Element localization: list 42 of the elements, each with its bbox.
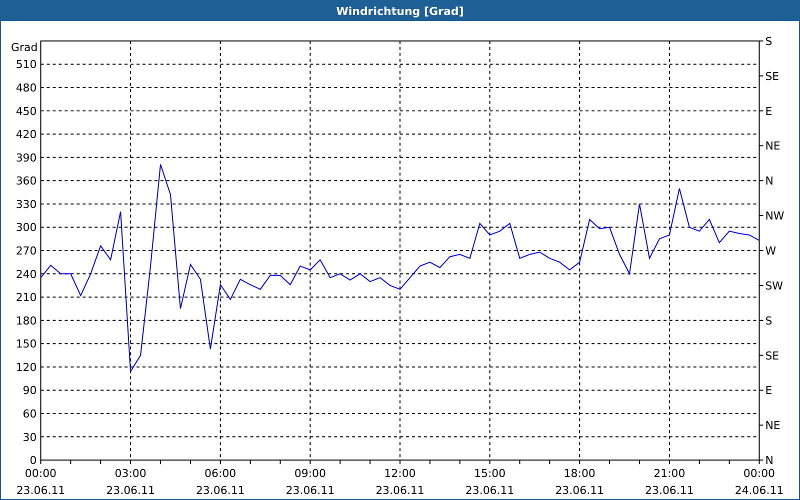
axis-label: 510 <box>16 58 37 72</box>
axis-label: 15:00 23.06.11 <box>465 467 514 497</box>
axis-label: 270 <box>16 244 37 258</box>
window-title: Windrichtung [Grad] <box>1 1 799 21</box>
axis-label: 0 <box>30 454 37 468</box>
axis-label: 12:00 23.06.11 <box>376 467 424 497</box>
axis-label: 21:00 23.06.11 <box>645 467 694 497</box>
compass-label: SE <box>765 349 780 362</box>
axis-label: 03:00 23.06.11 <box>106 467 155 497</box>
axis-label: 00:00 24.06.11 <box>734 467 784 497</box>
compass-label: S <box>765 314 772 328</box>
axis-label: 90 <box>22 384 37 398</box>
axis-label: 300 <box>16 221 37 234</box>
axis-label: 360 <box>16 174 37 188</box>
axis-label: 240 <box>16 268 37 281</box>
axis-label: 420 <box>16 128 37 142</box>
axis-label: 330 <box>16 198 37 211</box>
axis-label: 18:00 23.06.11 <box>555 467 604 497</box>
compass-label: E <box>765 104 772 118</box>
axis-label: 09:00 23.06.11 <box>286 467 335 497</box>
axis-label: 00:00 23.06.11 <box>16 467 66 497</box>
compass-label: E <box>765 384 772 398</box>
compass-label: N <box>765 174 774 188</box>
compass-label: NE <box>765 140 780 153</box>
axis-label: 60 <box>22 408 37 420</box>
axis-label: 150 <box>16 338 37 351</box>
compass-label: W <box>765 244 776 258</box>
axis-label: 390 <box>16 151 37 164</box>
y-axis-title: Grad <box>11 40 38 54</box>
compass-label: NE <box>765 419 780 432</box>
axis-label: 120 <box>16 360 37 374</box>
axis-label: 210 <box>16 291 37 304</box>
axis-label: 180 <box>16 314 37 328</box>
compass-label: NW <box>765 210 784 223</box>
compass-label: S <box>765 34 772 48</box>
axis-label: 30 <box>22 430 37 444</box>
axis-label: 06:00 23.06.11 <box>196 467 245 497</box>
axis-label: 480 <box>16 82 37 95</box>
compass-label: SE <box>765 70 780 83</box>
compass-label: SW <box>765 279 784 292</box>
axis-label: 450 <box>16 104 37 118</box>
compass-label: N <box>765 454 774 468</box>
